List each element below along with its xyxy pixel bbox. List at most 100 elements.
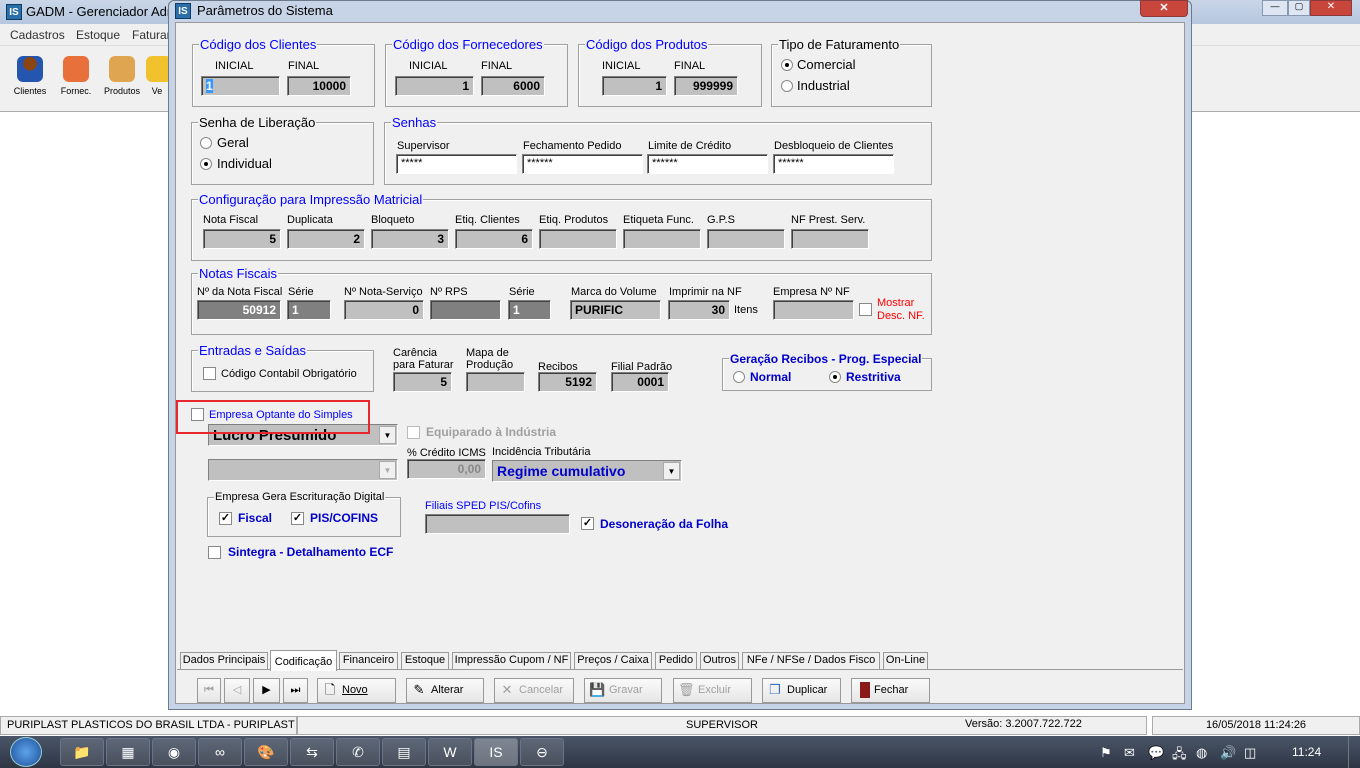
duplicar-button[interactable]: ❐ Duplicar xyxy=(762,678,841,703)
toolbar-fornec[interactable]: Fornec. xyxy=(54,56,98,96)
fornecedores-inicial-input[interactable]: 1 xyxy=(395,76,474,96)
tab-8[interactable]: NFe / NFSe / Dados Fisco xyxy=(742,652,880,669)
matricial-input[interactable] xyxy=(539,229,617,249)
excluir-button[interactable]: 🗑 Excluir xyxy=(673,678,752,703)
credito-icms-input[interactable]: 0,00 xyxy=(407,459,486,479)
radio-geral[interactable] xyxy=(200,137,212,149)
senha-limite-input[interactable]: ****** xyxy=(647,154,768,174)
nota-fiscal-input[interactable]: 50912 xyxy=(197,300,281,320)
tab-1[interactable]: Codificação xyxy=(270,650,337,671)
clientes-inicial-input[interactable]: 1 xyxy=(201,76,280,96)
carencia-input[interactable]: 5 xyxy=(393,372,452,392)
radio-industrial[interactable] xyxy=(781,80,793,92)
fornecedores-final-input[interactable]: 6000 xyxy=(481,76,545,96)
maximize-button[interactable]: ▢ xyxy=(1288,0,1310,16)
codigo-contabil-checkbox[interactable] xyxy=(203,367,216,380)
tab-3[interactable]: Estoque xyxy=(401,652,449,669)
toolbar-clientes[interactable]: Clientes xyxy=(8,56,52,96)
novo-button[interactable]: 🗋 Novo xyxy=(317,678,396,703)
taskbar-explorer[interactable]: 📁 xyxy=(60,738,104,766)
tab-5[interactable]: Preços / Caixa xyxy=(574,652,652,669)
chat-icon[interactable]: 💬 xyxy=(1148,745,1164,761)
tab-6[interactable]: Pedido xyxy=(655,652,697,669)
taskbar-word[interactable]: W xyxy=(428,738,472,766)
produtos-final-input[interactable]: 999999 xyxy=(674,76,738,96)
fechar-button[interactable]: Fechar xyxy=(851,678,930,703)
matricial-input[interactable]: 6 xyxy=(455,229,533,249)
tab-0[interactable]: Dados Principais xyxy=(180,652,268,669)
taskbar-paint[interactable]: 🎨 xyxy=(244,738,288,766)
pis-cofins-checkbox[interactable]: ✓ xyxy=(291,512,304,525)
taskbar-gadm[interactable]: IS xyxy=(474,738,518,766)
volume-icon[interactable]: 🔊 xyxy=(1220,745,1236,761)
sync-icon[interactable]: ◍ xyxy=(1196,745,1207,761)
menu-cadastros[interactable]: Cadastros xyxy=(10,28,65,42)
mapa-input[interactable] xyxy=(466,372,525,392)
regime2-select[interactable]: ▼ xyxy=(208,459,398,481)
equiparado-checkbox[interactable] xyxy=(407,426,420,439)
tab-9[interactable]: On-Line xyxy=(883,652,928,669)
tab-7[interactable]: Outros xyxy=(700,652,739,669)
matricial-input[interactable] xyxy=(791,229,869,249)
mail-icon[interactable]: ✉ xyxy=(1124,745,1135,761)
desoneracao-checkbox[interactable]: ✓ xyxy=(581,517,594,530)
mostrar-desc-checkbox[interactable] xyxy=(859,303,872,316)
matricial-input[interactable]: 3 xyxy=(371,229,449,249)
main-close-button[interactable]: ✕ xyxy=(1310,0,1352,16)
taskbar-teamviewer[interactable]: ⇆ xyxy=(290,738,334,766)
radio-restritiva[interactable] xyxy=(829,371,841,383)
gravar-button[interactable]: 💾 Gravar xyxy=(584,678,662,703)
sintegra-checkbox[interactable] xyxy=(208,546,221,559)
alterar-button[interactable]: ✎ Alterar xyxy=(406,678,484,703)
filiais-sped-input[interactable] xyxy=(425,514,570,534)
radio-individual[interactable] xyxy=(200,158,212,170)
first-record-button[interactable]: ⏮ xyxy=(197,678,221,703)
tab-4[interactable]: Impressão Cupom / NF xyxy=(452,652,571,669)
matricial-input[interactable] xyxy=(707,229,785,249)
taskbar-app3[interactable]: ⊖ xyxy=(520,738,564,766)
produtos-inicial-input[interactable]: 1 xyxy=(602,76,667,96)
clientes-final-input[interactable]: 10000 xyxy=(287,76,351,96)
senha-fechamento-input[interactable]: ****** xyxy=(522,154,643,174)
matricial-input[interactable]: 2 xyxy=(287,229,365,249)
empresa-nf-input[interactable] xyxy=(773,300,854,320)
imprimir-nf-input[interactable]: 30 xyxy=(668,300,730,320)
dialog-close-button[interactable]: ✕ xyxy=(1140,0,1188,17)
optante-simples-checkbox[interactable] xyxy=(191,408,204,421)
matricial-input[interactable]: 5 xyxy=(203,229,281,249)
rps-input[interactable] xyxy=(430,300,501,320)
show-desktop-button[interactable] xyxy=(1348,736,1360,768)
fiscal-checkbox[interactable]: ✓ xyxy=(219,512,232,525)
taskbar-calculator[interactable]: ▤ xyxy=(382,738,426,766)
serie-input[interactable]: 1 xyxy=(287,300,331,320)
nota-servico-input[interactable]: 0 xyxy=(344,300,424,320)
windows-update-icon[interactable]: ◫ xyxy=(1244,745,1256,761)
taskbar-app[interactable]: ▦ xyxy=(106,738,150,766)
network-icon[interactable]: 🖧 xyxy=(1172,745,1187,767)
taskbar-whatsapp[interactable]: ✆ xyxy=(336,738,380,766)
toolbar-produtos[interactable]: Produtos xyxy=(100,56,144,96)
serie2-input[interactable]: 1 xyxy=(508,300,551,320)
next-record-button[interactable]: ▶ xyxy=(253,678,280,703)
filial-input[interactable]: 0001 xyxy=(611,372,669,392)
taskbar-app2[interactable]: ∞ xyxy=(198,738,242,766)
start-button[interactable] xyxy=(10,737,42,767)
incidencia-select[interactable]: Regime cumulativo ▼ xyxy=(492,460,682,482)
marca-volume-input[interactable]: PURIFIC xyxy=(570,300,661,320)
recibos-input[interactable]: 5192 xyxy=(538,372,597,392)
senha-desbloqueio-input[interactable]: ****** xyxy=(773,154,894,174)
clock[interactable]: 11:24 xyxy=(1292,745,1321,759)
radio-normal[interactable] xyxy=(733,371,745,383)
tab-2[interactable]: Financeiro xyxy=(339,652,398,669)
toolbar-vendas[interactable]: Ve xyxy=(146,56,168,96)
cancelar-button[interactable]: ✕ Cancelar xyxy=(494,678,574,703)
minimize-button[interactable]: — xyxy=(1262,0,1288,16)
senha-supervisor-input[interactable]: ***** xyxy=(396,154,517,174)
matricial-input[interactable] xyxy=(623,229,701,249)
menu-estoque[interactable]: Estoque xyxy=(76,28,120,42)
antivirus-icon[interactable]: ⚑ xyxy=(1100,745,1112,761)
taskbar-chrome[interactable]: ◉ xyxy=(152,738,196,766)
radio-comercial[interactable] xyxy=(781,59,793,71)
last-record-button[interactable]: ⏭ xyxy=(283,678,308,703)
prev-record-button[interactable]: ◁ xyxy=(224,678,250,703)
